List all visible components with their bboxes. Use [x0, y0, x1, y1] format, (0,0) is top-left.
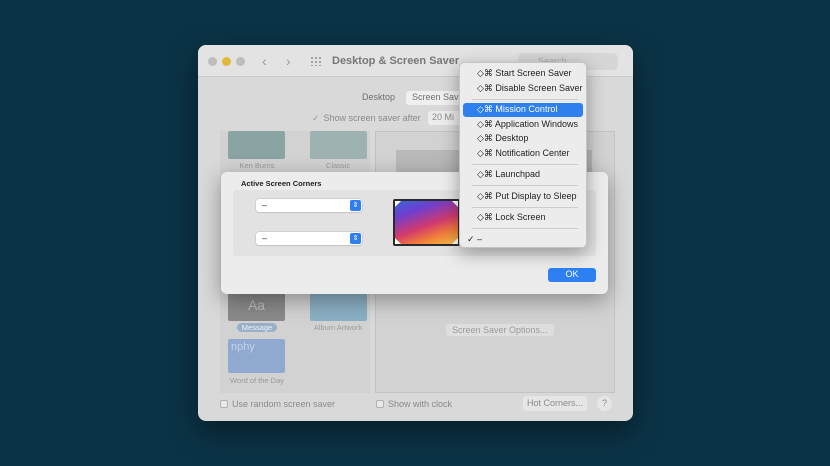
corner-marker-icon [452, 238, 458, 244]
random-saver-row[interactable]: Use random screen saver [220, 399, 335, 409]
menu-separator [472, 207, 578, 208]
saver-label: Ken Burns [239, 161, 275, 170]
saver-thumb-ken-burns[interactable] [228, 131, 285, 159]
corner-marker-icon [395, 238, 401, 244]
window-title: Desktop & Screen Saver [332, 55, 460, 67]
tab-desktop[interactable]: Desktop [356, 91, 401, 105]
corner-marker-icon [452, 201, 458, 207]
saver-label: Message [217, 323, 297, 332]
saver-thumb-word-of-the-day[interactable]: nphy [228, 339, 285, 373]
minimize-window-button[interactable] [222, 57, 231, 66]
menu-separator [472, 228, 578, 229]
menu-item-start-screen-saver[interactable]: ◇⌘ Start Screen Saver [463, 67, 583, 81]
show-screen-saver-label: Show screen saver after [323, 113, 421, 123]
chevron-up-down-icon: ⇕ [350, 200, 361, 211]
sheet-title: Active Screen Corners [241, 179, 322, 188]
show-clock-row[interactable]: Show with clock [376, 399, 452, 409]
chevron-up-down-icon: ⇕ [350, 233, 361, 244]
random-saver-label: Use random screen saver [232, 399, 336, 409]
show-clock-label: Show with clock [388, 399, 453, 409]
show-all-grid-icon[interactable] [310, 56, 322, 66]
top-left-corner-value: – [262, 200, 268, 210]
display-preview [393, 199, 460, 246]
menu-item-lock-screen[interactable]: ◇⌘ Lock Screen [463, 211, 583, 225]
menu-item-none[interactable]: ✓ – [463, 233, 583, 247]
menu-separator [472, 164, 578, 165]
screen-saver-options-button[interactable]: Screen Saver Options... [446, 324, 554, 336]
menu-separator [472, 99, 578, 100]
checkmark-icon: ✓ [312, 113, 320, 123]
menu-item-launchpad[interactable]: ◇⌘ Launchpad [463, 168, 583, 182]
saver-label: Classic [325, 161, 351, 170]
menu-item-label: ◇⌘ Notification Center [477, 148, 570, 158]
menu-item-put-display-to-sleep[interactable]: ◇⌘ Put Display to Sleep [463, 190, 583, 204]
show-screen-saver-row[interactable]: ✓ Show screen saver after [312, 113, 421, 124]
bottom-left-corner-select[interactable]: – ⇕ [256, 232, 362, 245]
bottom-left-corner-value: – [262, 233, 268, 243]
menu-item-notification-center[interactable]: ◇⌘ Notification Center [463, 147, 583, 161]
menu-item-label: ◇⌘ Desktop [477, 133, 529, 143]
menu-item-application-windows[interactable]: ◇⌘ Application Windows [463, 118, 583, 132]
menu-item-label: ◇⌘ Launchpad [477, 169, 540, 179]
menu-item-label: ◇⌘ Disable Screen Saver [477, 83, 583, 93]
forward-arrow-icon[interactable]: › [286, 53, 291, 69]
menu-item-label: ◇⌘ Put Display to Sleep [477, 191, 577, 201]
top-left-corner-select[interactable]: – ⇕ [256, 199, 362, 212]
ok-button[interactable]: OK [548, 268, 596, 282]
wallpaper-image [395, 201, 458, 244]
saver-thumb-album-artwork[interactable] [310, 293, 367, 321]
random-saver-checkbox[interactable] [220, 400, 228, 408]
menu-item-desktop[interactable]: ◇⌘ Desktop [463, 132, 583, 146]
help-button[interactable]: ? [597, 396, 612, 411]
corner-marker-icon [395, 201, 401, 207]
zoom-window-button[interactable] [236, 57, 245, 66]
menu-item-label: ◇⌘ Mission Control [477, 104, 558, 114]
menu-item-disable-screen-saver[interactable]: ◇⌘ Disable Screen Saver [463, 82, 583, 96]
close-window-button[interactable] [208, 57, 217, 66]
saver-label: Album Artwork [313, 323, 363, 332]
menu-item-label: ◇⌘ Start Screen Saver [477, 68, 572, 78]
back-arrow-icon[interactable]: ‹ [262, 53, 267, 69]
saver-thumb-classic[interactable] [310, 131, 367, 159]
saver-label-selected: Message [236, 323, 278, 332]
checkmark-icon: ✓ [467, 234, 475, 244]
hot-corners-button[interactable]: Hot Corners... [523, 396, 587, 411]
hot-corner-action-menu: ◇⌘ Start Screen Saver ◇⌘ Disable Screen … [459, 62, 587, 248]
saver-thumb-message[interactable]: Aa [228, 293, 285, 321]
menu-item-label: ◇⌘ Application Windows [477, 119, 578, 129]
show-clock-checkbox[interactable] [376, 400, 384, 408]
menu-item-label: – [477, 234, 483, 244]
menu-item-label: ◇⌘ Lock Screen [477, 212, 546, 222]
menu-separator [472, 185, 578, 186]
menu-item-mission-control[interactable]: ◇⌘ Mission Control [463, 103, 583, 117]
saver-label: Word of the Day [229, 376, 285, 385]
